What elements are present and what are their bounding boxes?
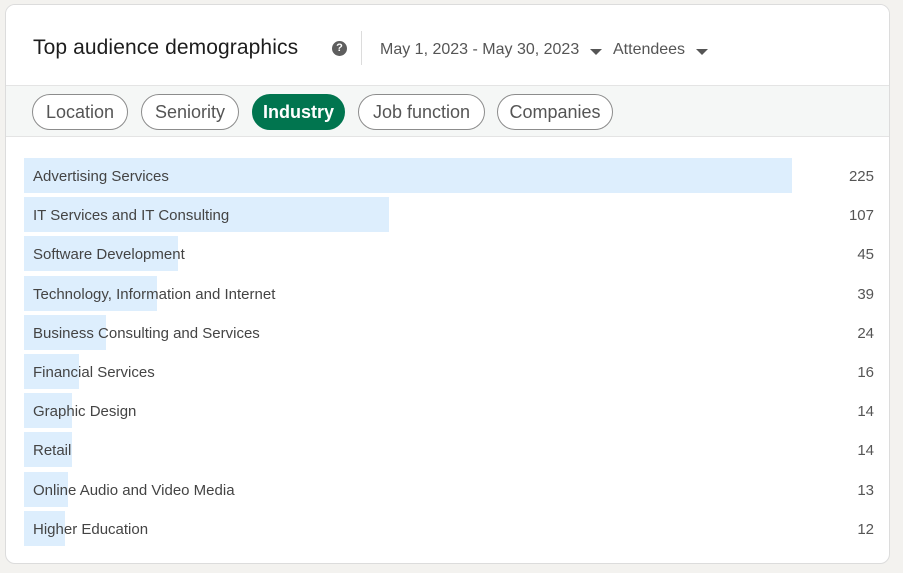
demographics-card: Top audience demographics ? May 1, 2023 … bbox=[5, 4, 890, 564]
industry-label: Financial Services bbox=[33, 364, 155, 381]
audience-dropdown[interactable]: Attendees bbox=[613, 41, 709, 59]
industry-count: 107 bbox=[848, 207, 874, 224]
industry-count: 24 bbox=[857, 325, 874, 342]
tab-companies[interactable]: Companies bbox=[497, 94, 613, 130]
date-range-dropdown[interactable]: May 1, 2023 - May 30, 2023 bbox=[380, 41, 603, 59]
tab-location[interactable]: Location bbox=[32, 94, 128, 130]
industry-count: 45 bbox=[857, 246, 874, 263]
date-range-label: May 1, 2023 - May 30, 2023 bbox=[380, 41, 580, 58]
industry-count: 39 bbox=[857, 286, 874, 303]
card-title: Top audience demographics bbox=[33, 36, 299, 59]
industry-row: Graphic Design 14 bbox=[24, 393, 874, 428]
industry-row: IT Services and IT Consulting 107 bbox=[24, 197, 874, 232]
industry-row: Higher Education 12 bbox=[24, 511, 874, 546]
card-header: Top audience demographics ? May 1, 2023 … bbox=[6, 5, 889, 85]
industry-label: Retail bbox=[33, 442, 72, 459]
audience-label: Attendees bbox=[613, 41, 686, 58]
caret-down-icon bbox=[696, 48, 709, 55]
tab-industry[interactable]: Industry bbox=[252, 94, 345, 130]
industry-label: Software Development bbox=[33, 246, 185, 263]
industry-row: Technology, Information and Internet 39 bbox=[24, 276, 874, 311]
industry-row: Online Audio and Video Media 13 bbox=[24, 472, 874, 507]
industry-row: Software Development 45 bbox=[24, 236, 874, 271]
industry-count: 225 bbox=[848, 168, 874, 185]
tab-seniority[interactable]: Seniority bbox=[141, 94, 239, 130]
industry-label: Technology, Information and Internet bbox=[33, 286, 276, 303]
tab-job-function[interactable]: Job function bbox=[358, 94, 485, 130]
industry-row: Retail 14 bbox=[24, 432, 874, 467]
industry-label: Graphic Design bbox=[33, 403, 137, 420]
industry-row: Financial Services 16 bbox=[24, 354, 874, 389]
demographic-tabs: Location Seniority Industry Job function… bbox=[6, 85, 889, 137]
industry-label: Business Consulting and Services bbox=[33, 325, 260, 342]
industry-label: Advertising Services bbox=[33, 168, 169, 185]
industry-label: Higher Education bbox=[33, 521, 149, 538]
industry-count: 14 bbox=[857, 442, 874, 459]
header-divider bbox=[361, 31, 362, 65]
industry-label: Online Audio and Video Media bbox=[33, 482, 235, 499]
industry-label: IT Services and IT Consulting bbox=[33, 207, 230, 224]
industry-count: 14 bbox=[857, 403, 874, 420]
industry-count: 16 bbox=[857, 364, 874, 381]
industry-row: Advertising Services 225 bbox=[24, 158, 874, 193]
caret-down-icon bbox=[590, 48, 603, 55]
industry-count: 12 bbox=[857, 521, 874, 538]
industry-count: 13 bbox=[857, 482, 874, 499]
industry-row: Business Consulting and Services 24 bbox=[24, 315, 874, 350]
question-circle-icon[interactable]: ? bbox=[332, 41, 347, 56]
